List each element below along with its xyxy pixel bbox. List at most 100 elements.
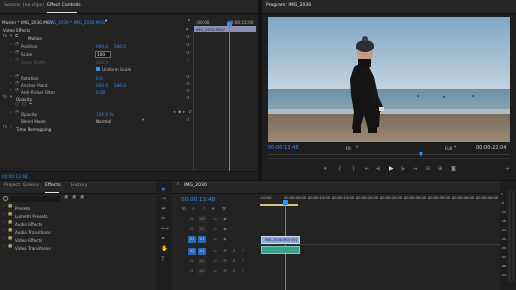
lock-icon[interactable]: ⊡ — [188, 216, 196, 223]
accelerated-effects-icon[interactable]: ▣ — [64, 195, 68, 200]
chevron-down-icon[interactable]: ▾ — [454, 145, 456, 150]
source-patch-v1[interactable]: V1 — [188, 236, 196, 243]
solo-button[interactable]: S — [230, 248, 238, 255]
uniform-scale-checkbox[interactable] — [96, 67, 100, 71]
expand-icon[interactable]: ▾ — [10, 34, 12, 39]
mark-out-icon[interactable]: } — [352, 167, 355, 172]
timeline-timecode[interactable]: 00:00:13:48 — [181, 197, 215, 203]
quality-select[interactable]: Full — [445, 146, 452, 151]
stopwatch-icon[interactable]: ◔ — [15, 110, 19, 115]
lock-icon[interactable]: ⊡ — [188, 268, 196, 275]
linked-selection-icon[interactable]: ⊂ — [202, 207, 206, 212]
lift-icon[interactable]: ⊟ — [426, 167, 430, 172]
reset-icon[interactable]: ↺ — [186, 43, 190, 48]
mark-in-icon[interactable]: { — [338, 167, 341, 172]
search-icon[interactable] — [3, 196, 8, 201]
reset-icon[interactable]: ↺ — [186, 96, 190, 101]
eye-icon[interactable]: ◉ — [221, 226, 229, 233]
mute-button[interactable]: M — [221, 268, 229, 275]
panel-gutter[interactable] — [258, 0, 262, 180]
list-item[interactable]: › ■ Presets — [3, 204, 123, 211]
pen-mask-icon[interactable]: ✒ — [29, 102, 33, 107]
expand-icon[interactable]: › — [3, 236, 5, 241]
yuv-effects-icon[interactable]: ▣ — [80, 195, 84, 200]
expand-icon[interactable]: › — [10, 42, 12, 47]
expand-icon[interactable]: › — [3, 220, 5, 225]
tab-history[interactable]: History — [71, 183, 87, 188]
track-label[interactable]: A2 — [198, 258, 206, 265]
ripple-edit-tool-icon[interactable]: ⇹ — [161, 206, 166, 213]
position-y[interactable]: 540.0 — [114, 44, 126, 49]
reset-icon[interactable]: ↺ — [186, 51, 190, 56]
sync-lock-icon[interactable]: ▭ — [211, 248, 219, 255]
go-to-in-icon[interactable]: ⇤ — [365, 167, 369, 172]
list-item[interactable]: › ■ Video Effects — [3, 236, 123, 243]
reset-icon[interactable]: ↺ — [186, 35, 190, 40]
close-icon[interactable]: × — [176, 182, 180, 187]
sync-lock-icon[interactable]: ▭ — [211, 216, 219, 223]
work-area-bar[interactable] — [260, 204, 298, 206]
sequence-tab[interactable]: IMG_2030 — [184, 183, 207, 188]
tab-project[interactable]: Project: Greece — [4, 183, 39, 188]
lock-icon[interactable]: ⊡ — [188, 226, 196, 233]
selection-tool-icon[interactable]: ➤ — [161, 187, 166, 193]
type-tool-icon[interactable]: T — [161, 257, 165, 263]
ellipse-mask-icon[interactable]: ○ — [15, 102, 19, 107]
track-label[interactable]: V2 — [198, 226, 206, 233]
position-x[interactable]: 960.0 — [96, 44, 108, 49]
ec-clip-bar[interactable]: IMG_2030.MOV — [194, 26, 256, 32]
sync-lock-icon[interactable]: ▭ — [211, 236, 219, 243]
eye-icon[interactable]: ◉ — [221, 236, 229, 243]
sync-lock-icon[interactable]: ▭ — [211, 226, 219, 233]
fit-select[interactable]: Fit — [346, 146, 351, 151]
expand-icon[interactable]: › — [10, 74, 12, 79]
list-item[interactable]: › ■ Audio Transitions — [3, 228, 123, 235]
track-label[interactable]: A1 — [198, 248, 206, 255]
list-item[interactable]: › ■ Video Transitions — [3, 244, 123, 251]
audio-clip[interactable] — [261, 246, 300, 254]
rectangle-mask-icon[interactable]: □ — [22, 102, 26, 107]
fx-badge-icon[interactable]: fx — [3, 125, 7, 130]
reset-icon[interactable]: ↺ — [188, 110, 192, 115]
track-label[interactable]: V1 — [198, 236, 206, 243]
microphone-icon[interactable]: ♪ — [239, 258, 247, 265]
lock-icon[interactable]: ⊡ — [188, 258, 196, 265]
expand-icon[interactable]: › — [3, 228, 5, 233]
program-title[interactable]: Program: IMG_2030 — [266, 3, 311, 8]
solo-button[interactable]: S — [230, 258, 238, 265]
snap-icon[interactable]: ∩ — [192, 207, 195, 212]
expand-icon[interactable]: › — [3, 212, 5, 217]
effects-search-input[interactable] — [10, 196, 60, 202]
microphone-icon[interactable]: ♪ — [239, 248, 247, 255]
scroll-up-icon[interactable]: ▴ — [186, 27, 188, 32]
ec-timecode[interactable]: 00:00:13:48 — [2, 174, 28, 179]
sync-lock-icon[interactable]: ▭ — [211, 268, 219, 275]
export-frame-icon[interactable]: ◙ — [451, 167, 456, 172]
expand-icon[interactable]: › — [3, 244, 5, 249]
source-patch-a1[interactable]: A1 — [188, 248, 196, 255]
track-label[interactable]: V3 — [198, 216, 206, 223]
microphone-icon[interactable]: ♪ — [239, 268, 247, 275]
video-clip[interactable]: IMG_2030.MOV [V] — [261, 236, 300, 244]
tab-effect-controls[interactable]: Effect Controls — [47, 3, 81, 8]
expand-icon[interactable]: ▾ — [10, 95, 12, 100]
slip-tool-icon[interactable]: ⟷ — [161, 226, 169, 233]
clip-label[interactable]: IMG_2030 * IMG_2030.MOV — [48, 20, 105, 25]
wrench-icon[interactable]: ⚒ — [222, 207, 226, 212]
razor-tool-icon[interactable]: ✂ — [161, 216, 166, 223]
chevron-down-icon[interactable]: ▾ — [142, 118, 144, 123]
reset-icon[interactable]: ↺ — [186, 75, 190, 80]
track-select-tool-icon[interactable]: ⇥ — [161, 196, 166, 203]
expand-icon[interactable]: › — [3, 204, 5, 209]
anti-flicker-value[interactable]: 0.00 — [96, 90, 105, 95]
anchor-x[interactable]: 960.0 — [96, 83, 108, 88]
go-to-out-icon[interactable]: ⇥ — [413, 167, 417, 172]
zoom-bar[interactable] — [268, 158, 510, 159]
master-clip-label[interactable]: Master * IMG_2030.MOV — [2, 20, 53, 25]
opacity-value[interactable]: 100.0 % — [96, 112, 113, 117]
expand-icon[interactable]: › — [10, 110, 12, 115]
stopwatch-icon[interactable]: ◔ — [15, 42, 19, 47]
tab-effects[interactable]: Effects — [45, 183, 61, 188]
expand-icon[interactable]: › — [10, 88, 12, 93]
expand-icon[interactable]: › — [10, 50, 12, 55]
